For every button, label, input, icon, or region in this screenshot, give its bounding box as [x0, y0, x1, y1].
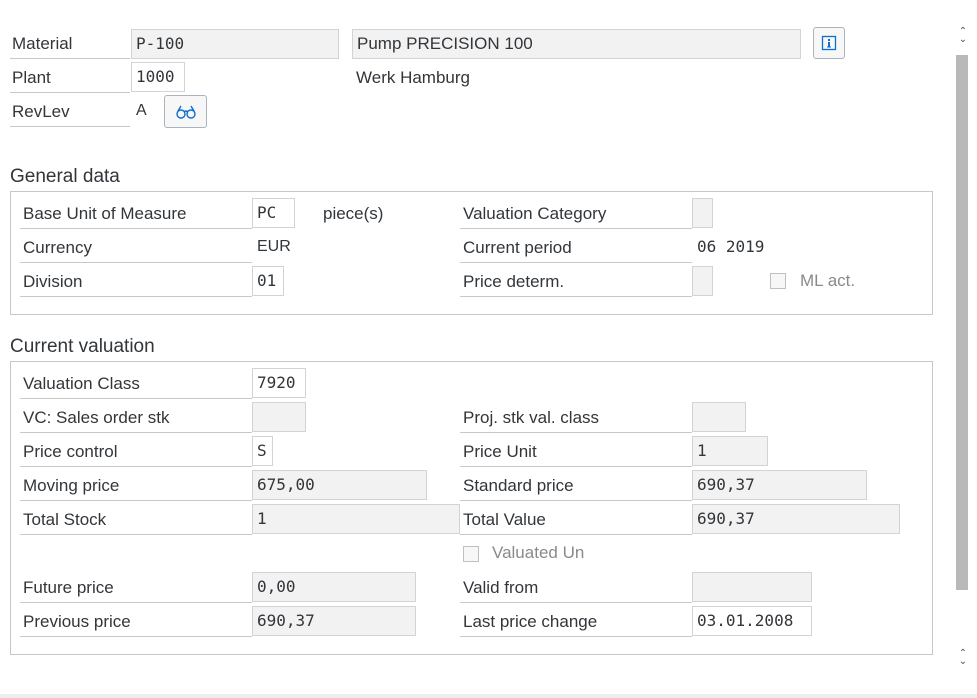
- valuation-class-field[interactable]: 7920: [252, 368, 306, 398]
- vc-sales-order-label: VC: Sales order stk: [20, 403, 252, 433]
- plant-label: Plant: [10, 63, 130, 93]
- currency-label: Currency: [20, 233, 252, 263]
- price-determ-label: Price determ.: [460, 267, 692, 297]
- plant-field[interactable]: 1000: [131, 62, 185, 92]
- total-value-label: Total Value: [460, 505, 692, 535]
- current-valuation-title: Current valuation: [10, 336, 155, 357]
- display-revision-button[interactable]: [164, 95, 207, 128]
- previous-price-label: Previous price: [20, 607, 252, 637]
- material-field[interactable]: P-100: [131, 29, 339, 59]
- current-period-value: 06 2019: [697, 237, 765, 256]
- total-stock-field[interactable]: 1: [252, 504, 460, 534]
- valid-from-field[interactable]: [692, 572, 812, 602]
- valuation-class-label: Valuation Class: [20, 369, 252, 399]
- revlev-label: RevLev: [10, 97, 130, 127]
- valuation-category-field[interactable]: [692, 198, 713, 228]
- info-button[interactable]: [813, 27, 845, 59]
- revlev-value: A: [136, 102, 147, 119]
- ml-act-checkbox[interactable]: [770, 273, 786, 289]
- plant-description: Werk Hamburg: [356, 68, 470, 87]
- current-period-label: Current period: [460, 233, 692, 263]
- valid-from-label: Valid from: [460, 573, 692, 603]
- base-uom-label: Base Unit of Measure: [20, 199, 252, 229]
- valuation-category-label: Valuation Category: [460, 199, 692, 229]
- price-unit-label: Price Unit: [460, 437, 692, 467]
- currency-value: EUR: [257, 238, 291, 255]
- valuated-un-label: Valuated Un: [492, 543, 585, 562]
- total-value-field[interactable]: 690,37: [692, 504, 900, 534]
- base-uom-field[interactable]: PC: [252, 198, 295, 228]
- division-field[interactable]: 01: [252, 266, 284, 296]
- total-stock-label: Total Stock: [20, 505, 252, 535]
- vc-sales-order-field[interactable]: [252, 402, 306, 432]
- material-description-field[interactable]: Pump PRECISION 100: [352, 29, 801, 59]
- price-unit-field[interactable]: 1: [692, 436, 768, 466]
- general-data-title: General data: [10, 166, 120, 187]
- scroll-up-icon[interactable]: ⌃ ⌄: [956, 27, 970, 45]
- last-price-change-field[interactable]: 03.01.2008: [692, 606, 812, 636]
- bottom-border: [0, 694, 977, 698]
- proj-stk-field[interactable]: [692, 402, 746, 432]
- future-price-field[interactable]: 0,00: [252, 572, 416, 602]
- price-control-label: Price control: [20, 437, 252, 467]
- glasses-icon: [175, 105, 196, 119]
- info-icon: [821, 35, 837, 51]
- base-uom-text: piece(s): [323, 204, 384, 223]
- scroll-down-icon[interactable]: ⌃ ⌄: [956, 649, 970, 667]
- last-price-change-label: Last price change: [460, 607, 692, 637]
- scrollbar-thumb[interactable]: [956, 55, 968, 590]
- future-price-label: Future price: [20, 573, 252, 603]
- price-control-field[interactable]: S: [252, 436, 273, 466]
- moving-price-field[interactable]: 675,00: [252, 470, 427, 500]
- valuated-un-checkbox[interactable]: [463, 546, 479, 562]
- standard-price-field[interactable]: 690,37: [692, 470, 867, 500]
- division-label: Division: [20, 267, 252, 297]
- moving-price-label: Moving price: [20, 471, 252, 501]
- previous-price-field[interactable]: 690,37: [252, 606, 416, 636]
- price-determ-field[interactable]: [692, 266, 713, 296]
- proj-stk-label: Proj. stk val. class: [460, 403, 692, 433]
- ml-act-label: ML act.: [800, 271, 856, 290]
- standard-price-label: Standard price: [460, 471, 692, 501]
- material-label: Material: [10, 29, 130, 59]
